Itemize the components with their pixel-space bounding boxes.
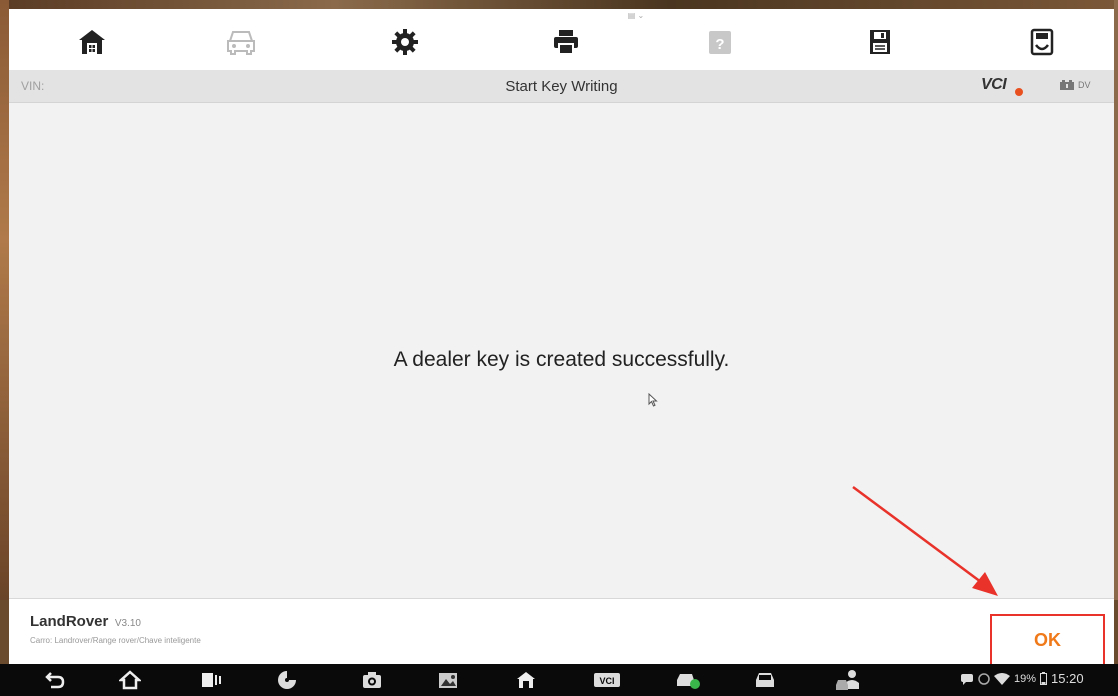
vehicle-app-icon: [677, 674, 700, 689]
data-report-icon: [1030, 28, 1054, 56]
car-app[interactable]: [750, 668, 780, 692]
help-button[interactable]: ?: [700, 22, 740, 62]
gallery-app[interactable]: [433, 668, 463, 692]
nav-home-button[interactable]: [115, 668, 145, 692]
background-frame-left: [0, 0, 9, 600]
page-title: Start Key Writing: [505, 78, 618, 95]
vehicle-app[interactable]: [673, 668, 703, 692]
background-frame-top: [0, 0, 1118, 9]
brand-name: LandRover: [30, 613, 109, 630]
ok-button-label: OK: [1034, 629, 1061, 650]
back-button[interactable]: [40, 668, 70, 692]
notification-icon: [978, 672, 990, 685]
brand-version: V3.10: [114, 618, 141, 629]
vehicle-button[interactable]: [221, 22, 261, 62]
status-bar: VIN: Start Key Writing VCI DV: [9, 70, 1114, 103]
save-button[interactable]: [860, 22, 900, 62]
user-vehicle-app[interactable]: [833, 668, 863, 692]
recent-apps-icon: [202, 673, 221, 687]
recent-apps-button[interactable]: [196, 668, 226, 692]
svg-text:?: ?: [715, 36, 724, 53]
mouse-cursor-icon: [648, 393, 658, 407]
camera-icon: [363, 672, 381, 688]
vci-app-icon: VCI: [594, 673, 620, 687]
software-info: LandRover V3.10: [30, 613, 141, 631]
browser-icon: [278, 671, 296, 689]
app-home-button[interactable]: [511, 668, 541, 692]
gallery-icon: [439, 673, 457, 688]
dv-label: DV: [1078, 80, 1091, 90]
vci-status-label: VCI: [981, 76, 1007, 93]
system-nav-bar: VCI 19% 15:20: [0, 664, 1118, 696]
vci-app[interactable]: VCI: [592, 668, 622, 692]
battery-icon: [1040, 672, 1048, 685]
help-icon: ?: [709, 31, 731, 54]
svg-text:VCI: VCI: [599, 676, 614, 686]
background-frame-right: [1114, 0, 1118, 600]
result-message: A dealer key is created successfully.: [393, 348, 730, 371]
app-screen: ▤ ⌄ ? VIN: Start Key Writing VCI DV A de…: [9, 9, 1114, 666]
data-report-button[interactable]: [1022, 22, 1062, 62]
battery-percent: 19%: [1014, 672, 1037, 685]
app-home-icon: [517, 672, 535, 688]
message-icon: [961, 673, 973, 685]
car-app-icon: [756, 673, 774, 687]
clock: 15:20: [1051, 671, 1084, 686]
system-tray: 19% 15:20: [960, 671, 1084, 686]
save-icon: [870, 30, 890, 54]
camera-app[interactable]: [357, 668, 387, 692]
settings-button[interactable]: [385, 22, 425, 62]
pull-down-handle[interactable]: ▤ ⌄: [620, 11, 652, 21]
vehicle-icon: [227, 31, 255, 55]
back-icon: [45, 672, 65, 689]
footer-bar: LandRover V3.10 Carro: Landrover/Range r…: [9, 598, 1114, 666]
ok-button[interactable]: OK: [990, 614, 1105, 666]
browser-app[interactable]: [272, 668, 302, 692]
user-vehicle-icon: [836, 670, 859, 690]
home-icon: [79, 30, 105, 54]
home-button[interactable]: [72, 22, 112, 62]
car-battery-icon: [1060, 80, 1074, 90]
battery-voltage-indicator: DV: [1059, 80, 1091, 90]
wifi-icon: [994, 672, 1010, 685]
print-button[interactable]: [546, 22, 586, 62]
top-toolbar: ▤ ⌄ ?: [9, 9, 1114, 70]
message-area: A dealer key is created successfully.: [9, 104, 1114, 598]
nav-home-icon: [119, 670, 141, 690]
settings-icon: [392, 29, 418, 55]
print-icon: [554, 30, 578, 55]
vci-status-dot: [1015, 88, 1023, 96]
vehicle-path: Carro: Landrover/Range rover/Chave intel…: [30, 636, 201, 645]
